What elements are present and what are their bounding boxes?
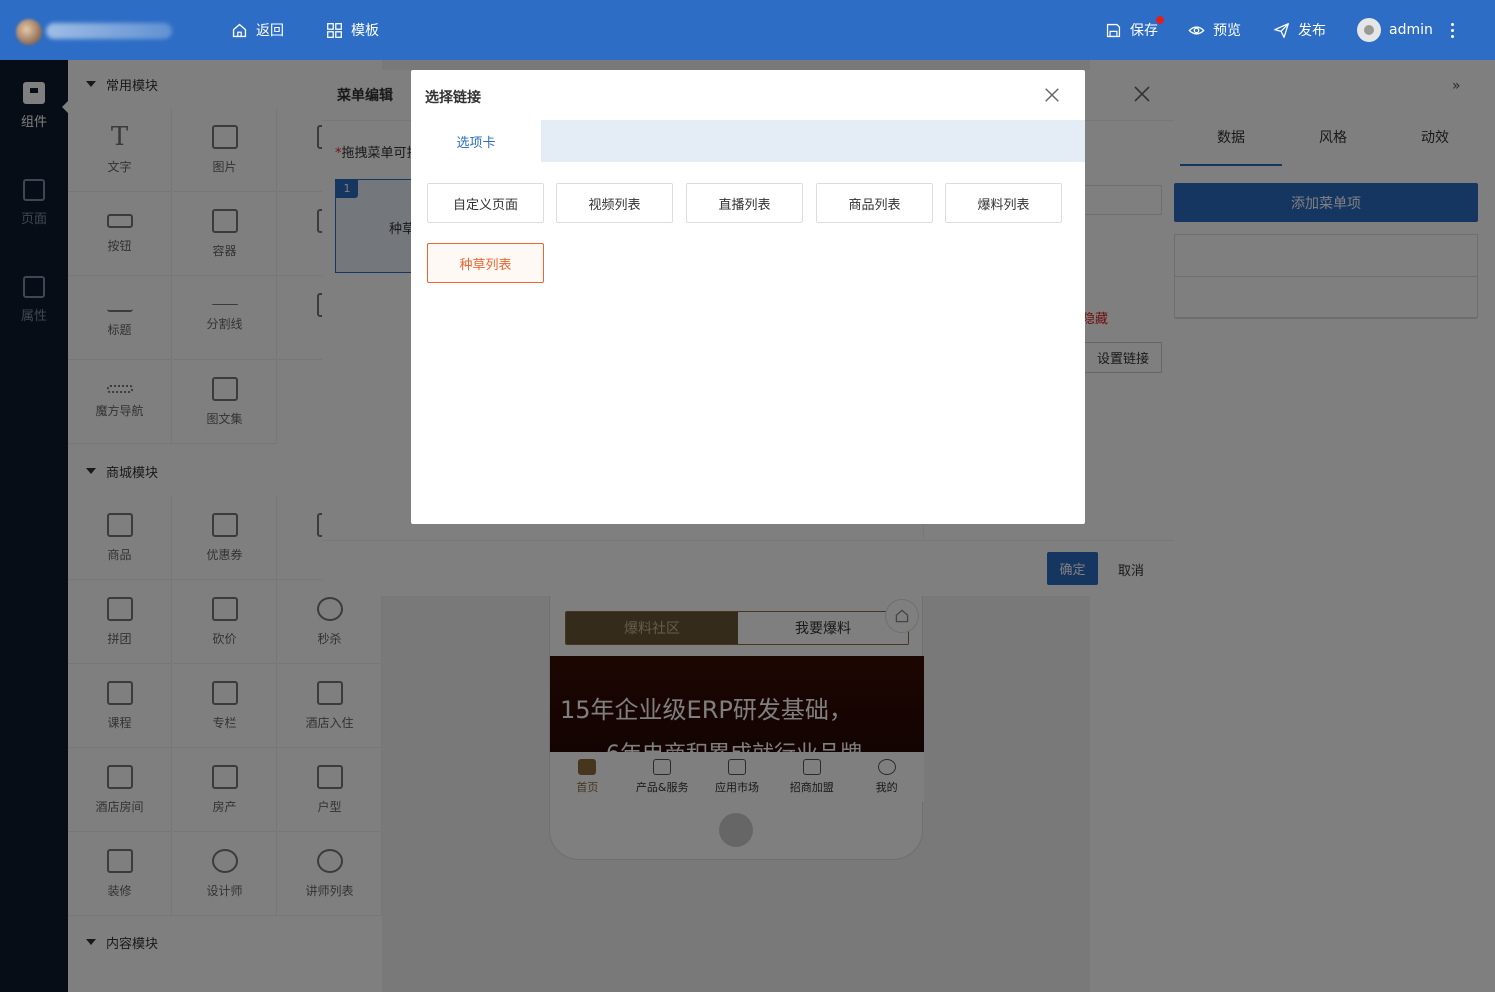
user-menu[interactable]: admin [1357,18,1455,42]
send-icon [1274,22,1289,38]
save-label: 保存 [1130,23,1158,39]
save-button[interactable]: 保存 [1105,16,1164,40]
select-link-dialog: 选择链接 选项卡 自定义页面 视频列表 直播列表 商品列表 爆料列表 种草列表 [411,70,1085,524]
link-option-custom-page[interactable]: 自定义页面 [427,183,544,223]
username: admin [1389,22,1433,38]
brand-logo[interactable] [16,17,172,45]
user-avatar [1357,18,1381,42]
template-button[interactable]: 模板 [326,20,379,40]
close-icon[interactable] [1043,86,1061,104]
publish-button[interactable]: 发布 [1273,20,1326,40]
preview-label: 预览 [1213,23,1241,39]
link-option-news-list[interactable]: 爆料列表 [945,183,1062,223]
link-option-live-list[interactable]: 直播列表 [686,183,803,223]
brand-name-blurred [46,23,172,39]
home-icon [232,23,247,37]
template-label: 模板 [351,23,379,39]
tab-options[interactable]: 选项卡 [411,120,541,162]
more-icon[interactable] [1450,22,1455,38]
link-option-goods-list[interactable]: 商品列表 [816,183,933,223]
link-option-video-list[interactable]: 视频列表 [556,183,673,223]
unsaved-dot [1156,16,1164,24]
eye-icon [1188,25,1205,35]
back-button[interactable]: 返回 [231,20,284,40]
publish-label: 发布 [1298,23,1326,39]
grid-icon [327,22,342,38]
save-icon [1106,23,1121,37]
top-header: 返回 模板 保存 预览 发布 admin [0,0,1495,60]
dialog-title: 选择链接 [425,90,481,106]
link-tabbar: 选项卡 [411,120,1085,162]
save-label-wrap: 保存 [1130,16,1164,40]
link-option-seeding-list[interactable]: 种草列表 [427,243,544,283]
back-label: 返回 [256,23,284,39]
preview-button[interactable]: 预览 [1188,20,1241,40]
brand-avatar [16,19,42,45]
